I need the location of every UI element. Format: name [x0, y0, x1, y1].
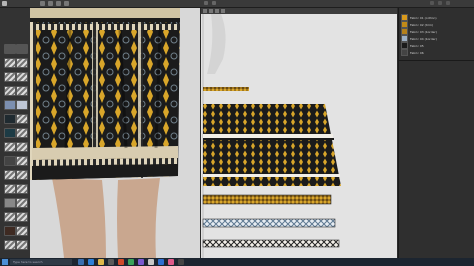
edge-icon[interactable]	[88, 259, 94, 265]
fabric-name: Fabric 02 (trim)	[410, 22, 434, 27]
fabric-swatch[interactable]	[16, 58, 28, 68]
windows-start-icon[interactable]	[2, 259, 8, 265]
3d-viewport[interactable]	[30, 8, 200, 258]
fabric-swatch[interactable]	[4, 156, 16, 166]
tool-icon[interactable]	[209, 9, 213, 13]
fabric-swatch[interactable]	[4, 184, 16, 194]
2d-pattern-window[interactable]	[201, 14, 397, 258]
menu-icon[interactable]	[40, 1, 45, 6]
file-explorer-icon[interactable]	[98, 259, 104, 265]
fabric-swatch[interactable]	[16, 114, 28, 124]
fabric-swatch[interactable]	[4, 212, 16, 222]
fabric-swatch[interactable]	[4, 72, 16, 82]
taskbar-search-input[interactable]: Type here to search	[10, 259, 72, 265]
minimize-icon[interactable]	[430, 1, 434, 5]
fabric-swatch[interactable]	[16, 212, 28, 222]
fabric-swatch[interactable]	[4, 100, 16, 110]
object-browser: Fabric 01 (cotton) Fabric 02 (trim) Fabr…	[398, 8, 474, 258]
fabric-thumbnail	[401, 35, 408, 42]
fabric-swatch[interactable]	[4, 114, 16, 124]
fabric-swatch[interactable]	[16, 198, 28, 208]
fabric-swatch[interactable]	[16, 100, 28, 110]
close-icon[interactable]	[446, 1, 450, 5]
fabric-swatch[interactable]	[16, 240, 28, 250]
tool-button[interactable]	[4, 44, 16, 54]
fabric-list-item[interactable]: Fabric 03 (border)	[401, 28, 473, 35]
fabric-name: Fabric 06	[410, 50, 424, 55]
fabric-list-item[interactable]: Fabric 04 (border)	[401, 35, 473, 42]
fabric-swatch[interactable]	[16, 72, 28, 82]
tool-icon[interactable]	[215, 9, 219, 13]
fabric-list-item[interactable]: Fabric 02 (trim)	[401, 21, 473, 28]
app-icon[interactable]	[118, 259, 124, 265]
fabric-swatch[interactable]	[4, 170, 16, 180]
fabric-name: Fabric 05	[410, 43, 424, 48]
fabric-swatch[interactable]	[4, 198, 16, 208]
tool-icon[interactable]	[203, 9, 207, 13]
garment-3d-render	[30, 8, 180, 258]
app-icon[interactable]	[158, 259, 164, 265]
fabric-swatch[interactable]	[16, 170, 28, 180]
fabric-list-item[interactable]: Fabric 05	[401, 42, 473, 49]
store-icon[interactable]	[108, 259, 114, 265]
app-logo-icon	[2, 1, 7, 6]
fabric-swatch[interactable]	[16, 128, 28, 138]
fabric-name: Fabric 03 (border)	[410, 29, 437, 34]
fabric-thumbnail	[401, 14, 408, 21]
fabric-list-item[interactable]: Fabric 06	[401, 49, 473, 56]
app-icon[interactable]	[178, 259, 184, 265]
app-icon[interactable]	[138, 259, 144, 265]
pattern-pieces	[202, 14, 341, 258]
fabric-thumbnail	[401, 28, 408, 35]
fabric-swatch[interactable]	[16, 86, 28, 96]
fabric-swatch[interactable]	[16, 142, 28, 152]
tool-strip	[0, 8, 30, 258]
fabric-name: Fabric 01 (cotton)	[410, 15, 437, 20]
tool-icon[interactable]	[221, 9, 225, 13]
fabric-thumbnail	[401, 49, 408, 56]
fabric-name: Fabric 04 (border)	[410, 36, 437, 41]
maximize-icon[interactable]	[438, 1, 442, 5]
divider	[399, 60, 474, 61]
fabric-swatch[interactable]	[16, 184, 28, 194]
menu-icon[interactable]	[56, 1, 61, 6]
app-icon[interactable]	[168, 259, 174, 265]
tool-button[interactable]	[16, 44, 28, 54]
clo-app-icon[interactable]	[148, 259, 154, 265]
fabric-thumbnail	[401, 21, 408, 28]
view-toggle-icon[interactable]	[212, 1, 216, 5]
fabric-swatch[interactable]	[4, 142, 16, 152]
fabric-swatch[interactable]	[4, 58, 16, 68]
fabric-swatch[interactable]	[4, 240, 16, 250]
fabric-thumbnail	[401, 42, 408, 49]
view-toggle-icon[interactable]	[204, 1, 208, 5]
fabric-swatch[interactable]	[4, 86, 16, 96]
fabric-swatch[interactable]	[16, 226, 28, 236]
task-view-icon[interactable]	[78, 259, 84, 265]
menu-icon[interactable]	[48, 1, 53, 6]
menu-icon[interactable]	[64, 1, 69, 6]
fabric-swatch[interactable]	[16, 156, 28, 166]
menu-bar	[0, 0, 474, 8]
fabric-list-item[interactable]: Fabric 01 (cotton)	[401, 14, 473, 21]
fabric-swatch[interactable]	[4, 226, 16, 236]
fabric-swatch[interactable]	[4, 128, 16, 138]
app-icon[interactable]	[128, 259, 134, 265]
